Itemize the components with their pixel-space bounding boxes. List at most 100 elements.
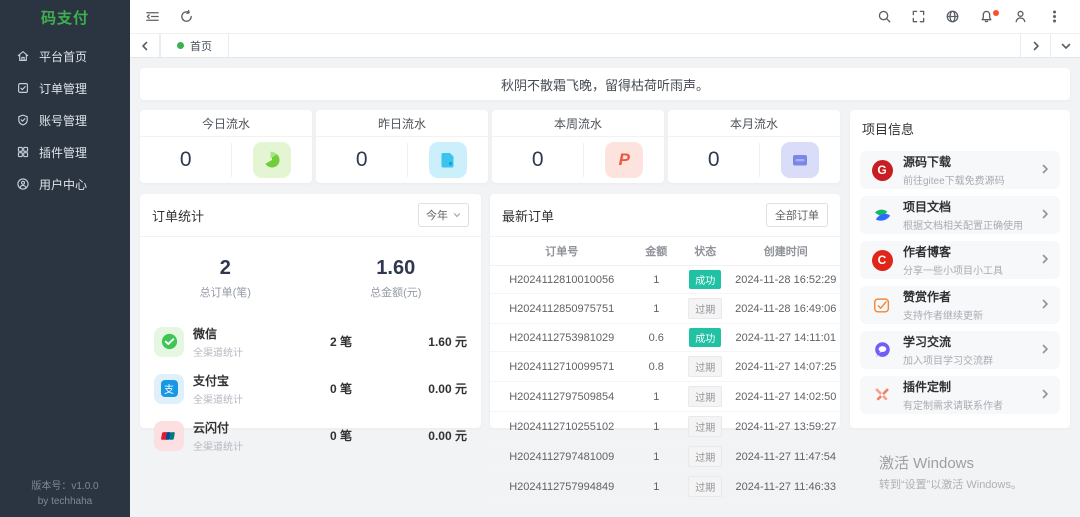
left-column: 今日流水 0 xyxy=(140,110,840,428)
channel-desc: 全渠道统计 xyxy=(193,344,285,359)
tab-home[interactable]: 首页 xyxy=(160,34,229,57)
right-column: 项目信息 G 源码下载 前往gitee下载免费源码 xyxy=(850,110,1070,428)
stat-title: 今日流水 xyxy=(140,110,312,137)
order-no: H2024112850975751 xyxy=(490,294,634,324)
stat-card-today: 今日流水 0 xyxy=(140,110,312,183)
tools-icon xyxy=(870,383,894,407)
order-no: H2024112810010056 xyxy=(490,266,634,294)
channel-desc: 全渠道统计 xyxy=(193,438,285,453)
latest-orders-panel: 最新订单 全部订单 订单号 金额 状态 创建时间 xyxy=(490,194,840,428)
stats-row: 今日流水 0 xyxy=(140,110,840,183)
sidebar-menu: 平台首页 订单管理 账号管理 插件管理 用户中心 xyxy=(0,40,130,200)
sidebar-item-label: 插件管理 xyxy=(39,144,87,161)
chevron-right-icon xyxy=(1040,161,1050,179)
channel-amount: 0.00 元 xyxy=(397,380,467,397)
order-row: H2024112797509854 1 过期 2024-11-27 14:02:… xyxy=(490,382,840,412)
main-area: 首页 秋阴不散霜飞晚，留得枯荷听雨声。 今日流水 xyxy=(130,0,1080,517)
search-icon[interactable] xyxy=(876,9,892,25)
collapse-sidebar-icon[interactable] xyxy=(144,9,160,25)
pie-chart-icon xyxy=(253,142,291,178)
stat-card-yesterday: 昨日流水 0 xyxy=(316,110,488,183)
stat-title: 本周流水 xyxy=(492,110,664,137)
sidebar-item-home[interactable]: 平台首页 xyxy=(0,40,130,72)
sidebar-item-accounts[interactable]: 账号管理 xyxy=(0,104,130,136)
user-profile-icon[interactable] xyxy=(1012,9,1028,25)
refresh-icon[interactable] xyxy=(178,9,194,25)
order-status-cell: 过期 xyxy=(679,472,732,502)
user-circle-icon xyxy=(16,177,30,191)
total-orders-value: 2 xyxy=(140,257,311,280)
order-created: 2024-11-27 11:47:54 xyxy=(732,442,841,472)
order-status-cell: 过期 xyxy=(679,294,732,324)
more-options-icon[interactable] xyxy=(1046,9,1062,25)
version-info: 版本号：v1.0.0 by techhaha xyxy=(0,479,130,509)
sidebar-item-user-center[interactable]: 用户中心 xyxy=(0,168,130,200)
project-item-plugin-custom[interactable]: 插件定制 有定制需求请联系作者 xyxy=(860,376,1060,414)
order-status-cell: 过期 xyxy=(679,442,732,472)
home-icon xyxy=(16,49,30,63)
stat-card-week: 本周流水 0 P xyxy=(492,110,664,183)
chevron-right-icon xyxy=(1040,296,1050,314)
order-amount: 1 xyxy=(634,472,680,502)
tabs-scroll-left-icon[interactable] xyxy=(130,34,160,57)
active-tab-dot xyxy=(177,42,184,49)
status-badge: 过期 xyxy=(688,386,722,407)
total-amount-value: 1.60 xyxy=(311,257,482,280)
project-item-author-blog[interactable]: C 作者博客 分享一些小项目小工具 xyxy=(860,241,1060,279)
all-orders-button[interactable]: 全部订单 xyxy=(766,203,828,227)
channel-name: 微信 xyxy=(193,325,285,342)
version-number: 版本号：v1.0.0 xyxy=(0,479,130,494)
notifications-bell-icon[interactable] xyxy=(978,9,994,25)
project-item-learning-group[interactable]: 学习交流 加入项目学习交流群 xyxy=(860,331,1060,369)
period-select[interactable]: 今年 xyxy=(418,203,469,227)
channel-text: 支付宝 全渠道统计 xyxy=(193,372,285,406)
order-created: 2024-11-27 14:02:50 xyxy=(732,382,841,412)
windows-activation-watermark: 激活 Windows 转到“设置”以激活 Windows。 xyxy=(879,452,1022,492)
channel-text: 微信 全渠道统计 xyxy=(193,325,285,359)
total-amount-block: 1.60 总金额(元) xyxy=(311,257,482,300)
order-no: H2024112710255102 xyxy=(490,412,634,442)
stat-icon-wrap: P xyxy=(584,142,664,178)
order-row: H2024112810010056 1 成功 2024-11-28 16:52:… xyxy=(490,266,840,294)
order-created: 2024-11-27 11:46:33 xyxy=(732,472,841,502)
order-no: H2024112797481009 xyxy=(490,442,634,472)
order-check-icon xyxy=(16,81,30,95)
language-globe-icon[interactable] xyxy=(944,9,960,25)
channel-name: 支付宝 xyxy=(193,372,285,389)
project-item-sponsor[interactable]: 赞赏作者 支持作者继续更新 xyxy=(860,286,1060,324)
order-status-cell: 成功 xyxy=(679,324,732,352)
status-badge: 过期 xyxy=(688,446,722,467)
stat-body: 0 xyxy=(668,137,840,182)
header-left xyxy=(144,9,194,25)
channel-wechat: 微信 全渠道统计 2 笔 1.60 元 xyxy=(154,318,467,365)
project-item-text: 项目文档 根据文档相关配置正确使用 xyxy=(903,198,1040,232)
channel-desc: 全渠道统计 xyxy=(193,391,285,406)
app-logo[interactable]: 码支付 xyxy=(0,0,130,34)
project-item-source-download[interactable]: G 源码下载 前往gitee下载免费源码 xyxy=(860,151,1060,189)
project-item-title: 作者博客 xyxy=(903,243,1040,260)
top-header xyxy=(130,0,1080,33)
blog-icon: C xyxy=(870,248,894,272)
fullscreen-icon[interactable] xyxy=(910,9,926,25)
sidebar-item-orders[interactable]: 订单管理 xyxy=(0,72,130,104)
order-amount: 1 xyxy=(634,294,680,324)
sidebar-item-label: 订单管理 xyxy=(39,80,87,97)
channel-count: 0 笔 xyxy=(285,380,397,397)
project-item-text: 源码下载 前往gitee下载免费源码 xyxy=(903,153,1040,187)
unionpay-icon xyxy=(154,421,184,451)
status-badge: 过期 xyxy=(688,298,722,319)
panel-title: 订单统计 xyxy=(152,206,204,225)
sidebar-item-plugins[interactable]: 插件管理 xyxy=(0,136,130,168)
panels-row: 订单统计 今年 2 总订单(笔) xyxy=(140,194,840,428)
tabs-scroll-right-icon[interactable] xyxy=(1020,34,1050,57)
tabs-menu-chevron-down-icon[interactable] xyxy=(1050,34,1080,57)
project-item-docs[interactable]: 项目文档 根据文档相关配置正确使用 xyxy=(860,196,1060,234)
channel-unionpay: 云闪付 全渠道统计 0 笔 0.00 元 xyxy=(154,412,467,459)
tabbar-spacer xyxy=(229,34,1020,57)
order-status-cell: 过期 xyxy=(679,382,732,412)
total-orders-block: 2 总订单(笔) xyxy=(140,257,311,300)
orders-table-body: H2024112810010056 1 成功 2024-11-28 16:52:… xyxy=(490,266,840,502)
order-row: H2024112797481009 1 过期 2024-11-27 11:47:… xyxy=(490,442,840,472)
stat-value: 0 xyxy=(140,148,231,172)
tab-bar: 首页 xyxy=(130,33,1080,58)
